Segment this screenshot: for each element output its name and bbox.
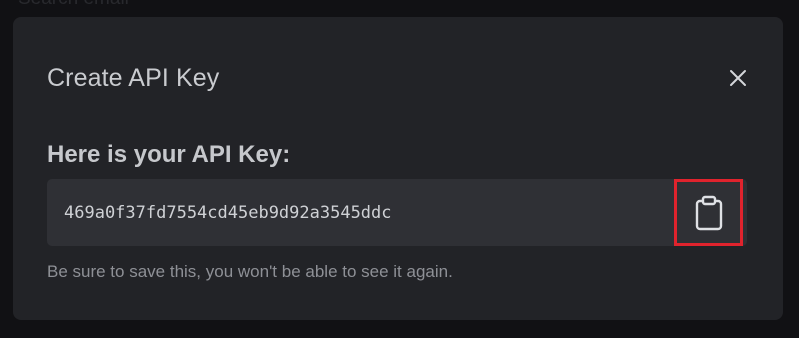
create-api-key-dialog: Create API Key Here is your API Key: 469… bbox=[13, 17, 783, 320]
save-warning-text: Be sure to save this, you won't be able … bbox=[47, 262, 453, 281]
close-icon bbox=[730, 70, 746, 86]
copy-api-key-button[interactable] bbox=[674, 179, 743, 246]
close-button[interactable] bbox=[726, 66, 750, 90]
dialog-title: Create API Key bbox=[47, 64, 220, 92]
api-key-heading: Here is your API Key: bbox=[47, 141, 291, 168]
api-key-value[interactable]: 469a0f37fd7554cd45eb9d92a3545ddc bbox=[64, 203, 392, 223]
clipboard-icon bbox=[695, 195, 722, 230]
api-key-field: 469a0f37fd7554cd45eb9d92a3545ddc bbox=[47, 179, 747, 246]
